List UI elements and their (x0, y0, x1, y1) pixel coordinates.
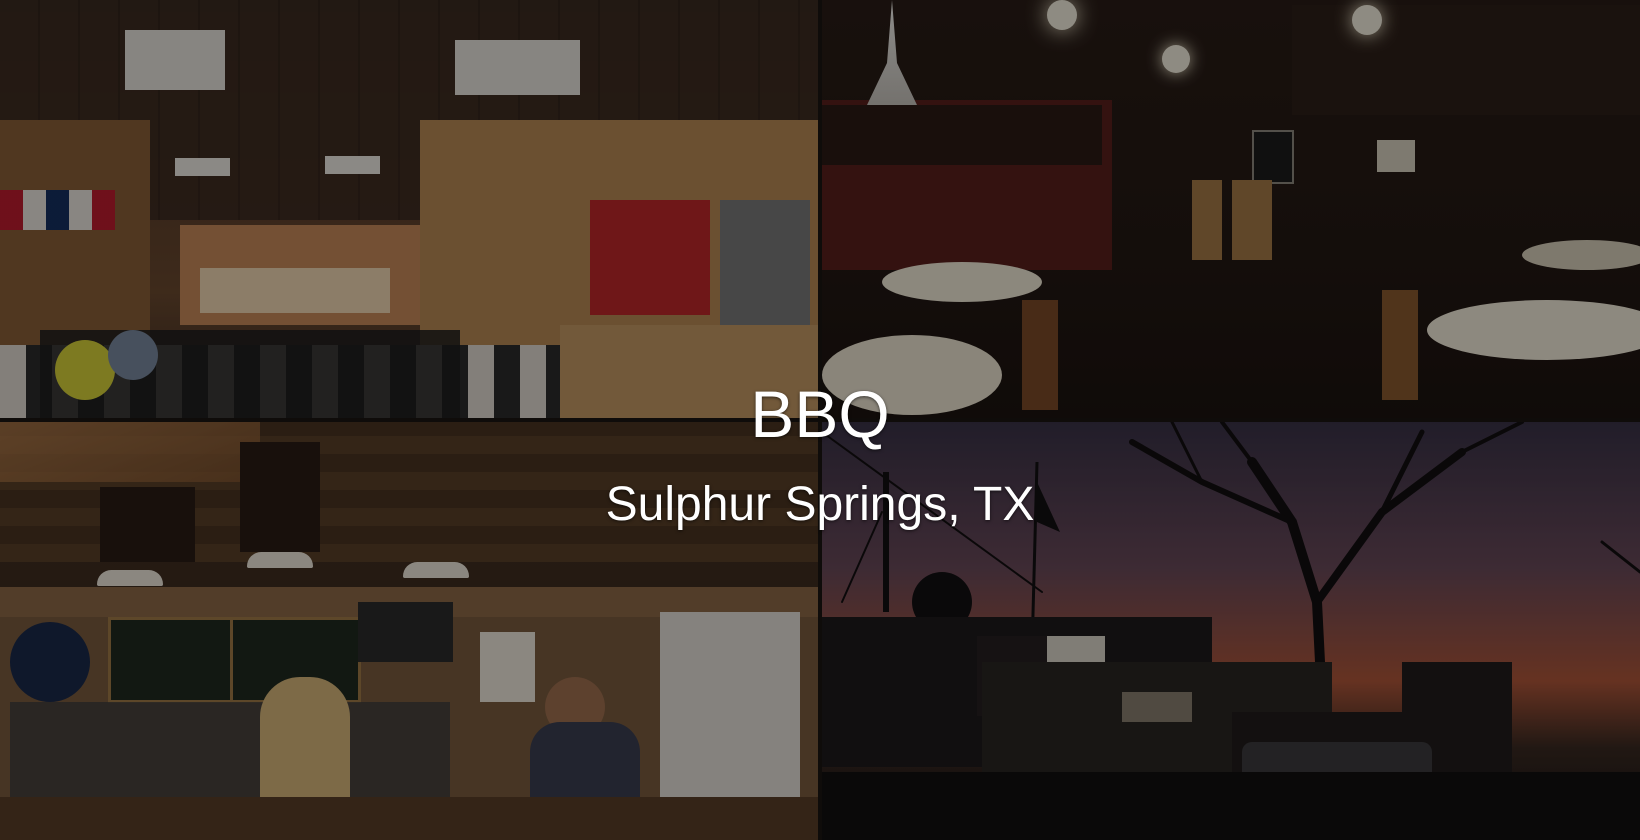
location-subtitle: Sulphur Springs, TX (605, 478, 1035, 531)
headline: BBQ (750, 377, 890, 451)
photo-collage: BBQ Sulphur Springs, TX (0, 0, 1640, 840)
